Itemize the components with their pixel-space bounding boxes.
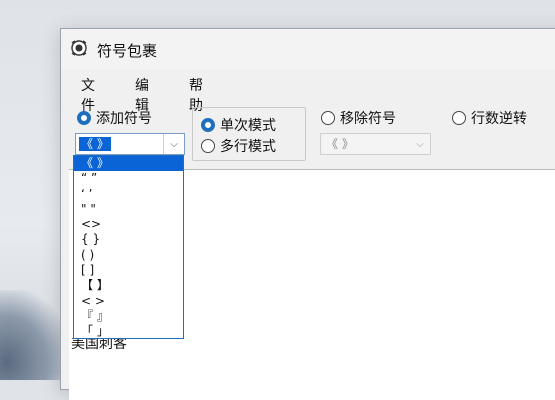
dropdown-option[interactable]: ( ): [74, 248, 183, 263]
radio-add-symbol-indicator: [77, 111, 91, 125]
radio-multi-mode[interactable]: 多行模式: [201, 136, 276, 156]
remove-symbol-combo[interactable]: 《 》 ⌵: [320, 133, 431, 155]
add-symbol-combo-value: 《 》: [79, 137, 111, 151]
title-bar[interactable]: 符号包裹: [61, 29, 555, 69]
app-icon: [71, 40, 87, 56]
dropdown-option[interactable]: " ": [74, 202, 183, 217]
symbol-dropdown-list[interactable]: 《 》 “ ” ‘ ’ " " <> { } ( ) [ ] 【 】 < > 『…: [73, 155, 184, 339]
radio-reverse-lines[interactable]: 行数逆转: [452, 108, 527, 128]
remove-symbol-combo-value: 《 》: [326, 137, 354, 151]
dropdown-option[interactable]: { }: [74, 232, 183, 247]
radio-single-mode[interactable]: 单次模式: [201, 115, 276, 135]
dropdown-option[interactable]: [ ]: [74, 263, 183, 278]
radio-reverse-lines-indicator: [452, 111, 466, 125]
radio-remove-symbol[interactable]: 移除符号: [321, 108, 396, 128]
radio-single-mode-label: 单次模式: [220, 118, 276, 134]
radio-single-mode-indicator: [201, 118, 215, 132]
radio-remove-symbol-label: 移除符号: [340, 111, 396, 127]
radio-multi-mode-indicator: [201, 139, 215, 153]
dropdown-option[interactable]: 【 】: [74, 278, 183, 293]
dropdown-option[interactable]: 「 」: [74, 324, 183, 339]
dropdown-option[interactable]: < >: [74, 294, 183, 309]
radio-reverse-lines-label: 行数逆转: [471, 111, 527, 127]
radio-add-symbol[interactable]: 添加符号: [77, 108, 152, 128]
window-title: 符号包裹: [97, 42, 158, 60]
add-symbol-combo[interactable]: 《 》 ⌵: [75, 133, 185, 155]
dropdown-option[interactable]: 『 』: [74, 309, 183, 324]
radio-add-symbol-label: 添加符号: [96, 111, 152, 127]
radio-remove-symbol-indicator: [321, 111, 335, 125]
chevron-down-icon[interactable]: ⌵: [410, 134, 430, 154]
dropdown-option[interactable]: 《 》: [74, 156, 183, 172]
radio-multi-mode-label: 多行模式: [220, 139, 276, 155]
dropdown-option[interactable]: “ ”: [74, 171, 183, 186]
dropdown-option[interactable]: <>: [74, 217, 183, 232]
chevron-down-icon[interactable]: ⌵: [163, 134, 184, 154]
dropdown-option[interactable]: ‘ ’: [74, 187, 183, 202]
